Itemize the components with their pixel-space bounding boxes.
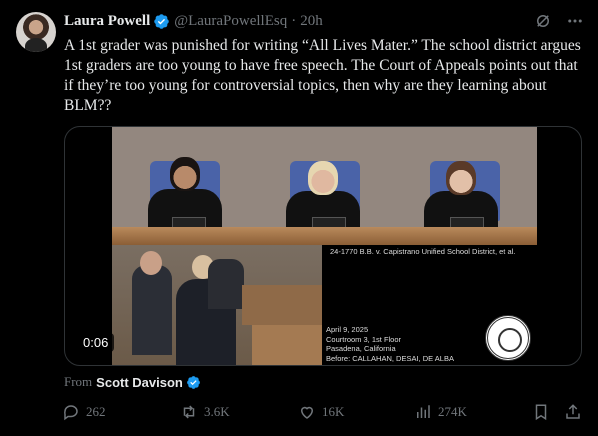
author-name[interactable]: Laura Powell xyxy=(64,13,150,30)
reply-button[interactable]: 262 xyxy=(62,403,106,421)
top-icons xyxy=(534,12,584,30)
hearing-info: April 9, 2025 Courtroom 3, 1st Floor Pas… xyxy=(326,325,454,363)
views-icon xyxy=(417,405,430,418)
hearing-panel: Before: CALLAHAN, DESAI, DE ALBA xyxy=(326,353,454,363)
case-caption: 24-1770 B.B. v. Capistrano Unified Schoo… xyxy=(330,247,516,256)
verified-badge-icon xyxy=(154,14,170,29)
bookmark-icon xyxy=(535,404,547,421)
share-icon xyxy=(566,404,580,419)
tweet[interactable]: Laura Powell @LauraPowellEsq · 20h A 1st… xyxy=(0,0,598,436)
repost-count: 3.6K xyxy=(204,404,230,419)
reply-icon xyxy=(64,405,78,421)
views-button[interactable]: 274K xyxy=(414,403,467,421)
court-seal-icon xyxy=(485,315,531,361)
repost-icon xyxy=(183,405,195,419)
action-bar: 262 3.6K 16K 274K xyxy=(62,403,584,425)
video-frame[interactable]: 24-1770 B.B. v. Capistrano Unified Schoo… xyxy=(112,127,537,365)
author-handle[interactable]: @LauraPowellEsq xyxy=(174,13,287,30)
views-count: 274K xyxy=(438,404,467,419)
like-icon xyxy=(300,406,314,419)
video-source: From Scott Davison xyxy=(64,374,205,390)
verified-badge-icon xyxy=(186,375,200,389)
share-button[interactable] xyxy=(564,403,588,421)
like-count: 16K xyxy=(322,404,345,419)
tweet-text: A 1st grader was punished for writing “A… xyxy=(64,37,581,114)
bookmark-button[interactable] xyxy=(532,403,556,421)
video-timestamp: 0:06 xyxy=(77,333,115,352)
video-player[interactable]: 24-1770 B.B. v. Capistrano Unified Schoo… xyxy=(64,126,582,366)
source-prefix: From xyxy=(64,374,93,389)
repost-button[interactable]: 3.6K xyxy=(180,403,230,421)
case-info-panel: 24-1770 B.B. v. Capistrano Unified Schoo… xyxy=(322,245,537,365)
hearing-courtroom: Courtroom 3, 1st Floor xyxy=(326,334,402,344)
grok-icon[interactable] xyxy=(534,12,552,30)
attorney-podium-view xyxy=(112,245,322,365)
avatar[interactable] xyxy=(16,12,56,52)
post-time[interactable]: 20h xyxy=(300,13,323,30)
tweet-header: Laura Powell @LauraPowellEsq · 20h xyxy=(64,13,323,30)
reply-count: 262 xyxy=(86,404,106,419)
like-button[interactable]: 16K xyxy=(298,403,344,421)
hearing-date: April 9, 2025 xyxy=(326,325,369,334)
more-icon[interactable] xyxy=(566,12,584,30)
hearing-location: Pasadena, California xyxy=(326,344,396,353)
separator-dot: · xyxy=(291,13,297,29)
judges-bench xyxy=(112,127,537,245)
source-name[interactable]: Scott Davison xyxy=(96,375,183,390)
